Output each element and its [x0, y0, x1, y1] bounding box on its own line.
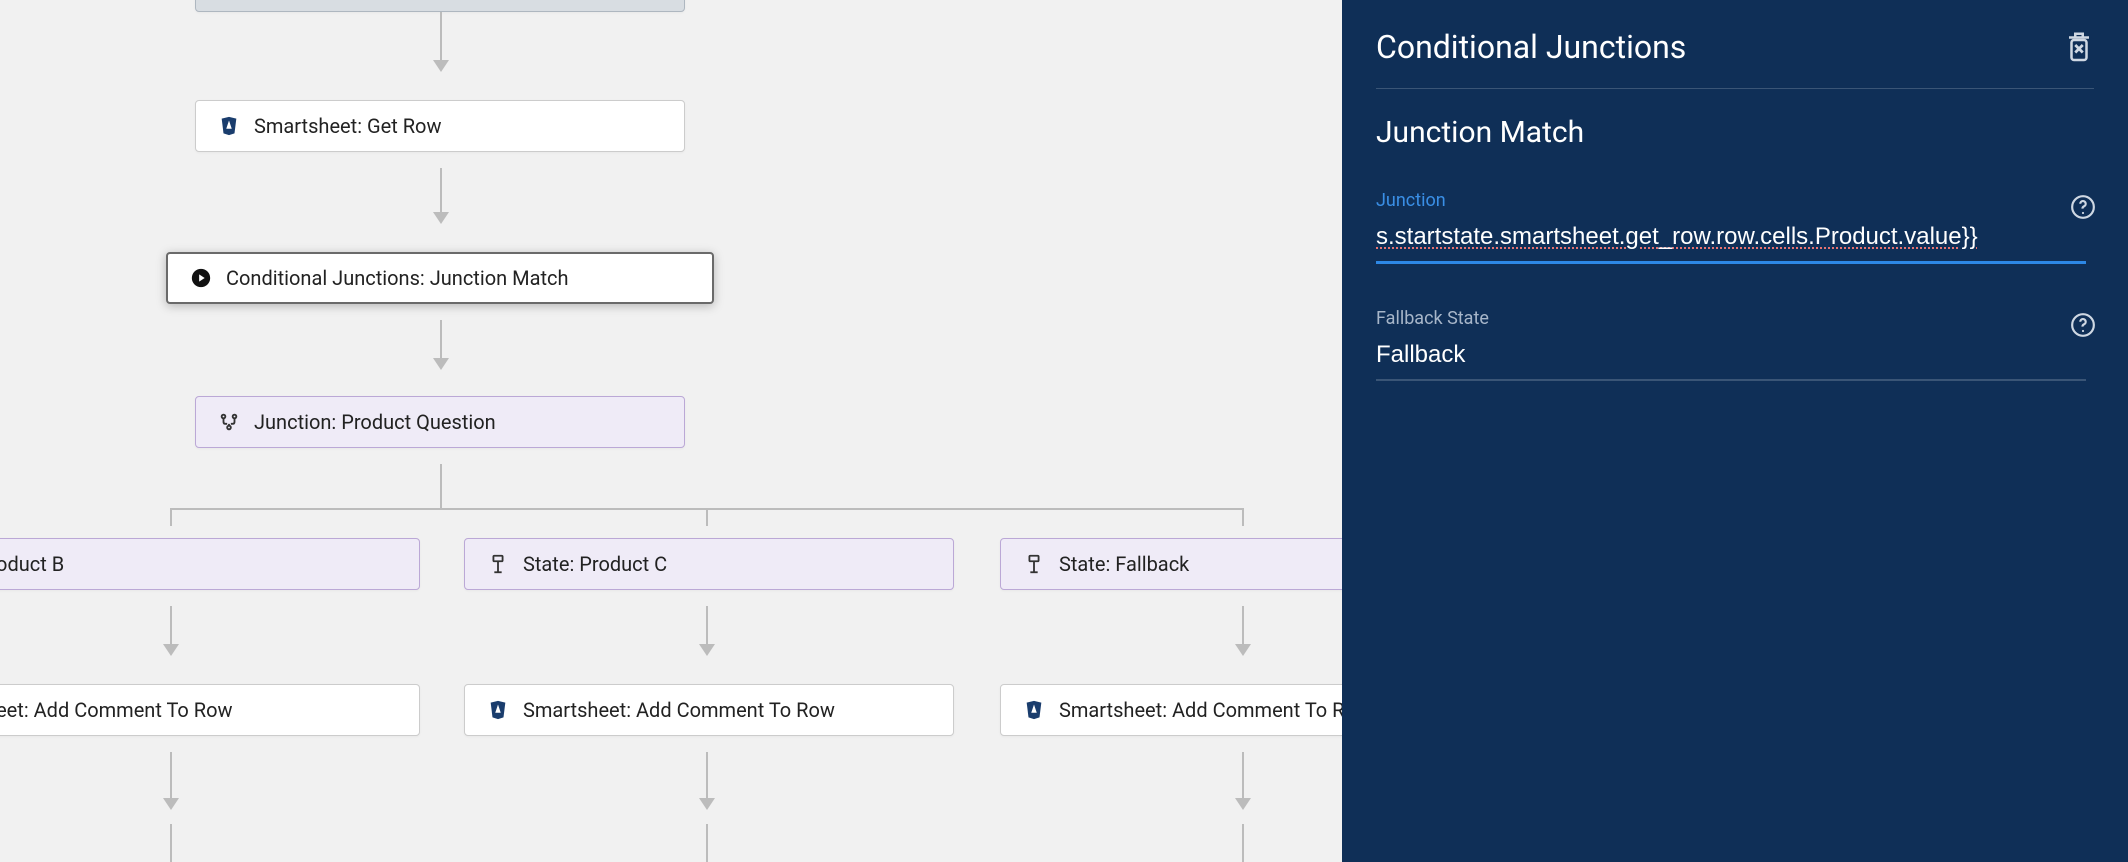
- node-conditional-junctions[interactable]: Conditional Junctions: Junction Match: [166, 252, 714, 304]
- node-label: Junction: Product Question: [254, 410, 496, 434]
- state-icon: [1023, 553, 1045, 575]
- node-label: Smartsheet: Add Comment To Row: [523, 698, 835, 722]
- node-state-product-b[interactable]: ate: Product B: [0, 538, 420, 590]
- junction-field-label: Junction: [1376, 190, 2094, 211]
- panel-subtitle: Junction Match: [1376, 115, 2094, 150]
- play-circle-icon: [190, 267, 212, 289]
- node-startstate[interactable]: State: startstate: [195, 0, 685, 12]
- node-label: Smartsheet: Add Comment To Row: [1059, 698, 1371, 722]
- node-label: ate: Product B: [0, 552, 64, 576]
- detail-panel: Conditional Junctions Junction Match Jun…: [1342, 0, 2128, 862]
- fallback-field-label: Fallback State: [1376, 308, 2094, 329]
- node-label: nartsheet: Add Comment To Row: [0, 698, 233, 722]
- smartsheet-icon: [218, 115, 240, 137]
- node-add-comment-c[interactable]: Smartsheet: Add Comment To Row: [464, 684, 954, 736]
- junction-input[interactable]: [1376, 217, 2086, 264]
- branch-icon: [218, 411, 240, 433]
- node-label: Conditional Junctions: Junction Match: [226, 266, 569, 290]
- workflow-canvas[interactable]: State: startstate Smartsheet: Get Row Co…: [0, 0, 1342, 862]
- fallback-state-input[interactable]: [1376, 335, 2086, 381]
- node-label: State: Fallback: [1059, 552, 1189, 576]
- panel-title: Conditional Junctions: [1376, 28, 1686, 66]
- smartsheet-icon: [1023, 699, 1045, 721]
- state-icon: [487, 553, 509, 575]
- help-icon[interactable]: [2070, 312, 2096, 338]
- node-junction-product-question[interactable]: Junction: Product Question: [195, 396, 685, 448]
- node-label: Smartsheet: Get Row: [254, 114, 442, 138]
- node-add-comment-b[interactable]: nartsheet: Add Comment To Row: [0, 684, 420, 736]
- node-label: State: Product C: [523, 552, 667, 576]
- help-icon[interactable]: [2070, 194, 2096, 220]
- node-state-product-c[interactable]: State: Product C: [464, 538, 954, 590]
- node-smartsheet-get-row[interactable]: Smartsheet: Get Row: [195, 100, 685, 152]
- delete-button[interactable]: [2064, 30, 2094, 64]
- smartsheet-icon: [487, 699, 509, 721]
